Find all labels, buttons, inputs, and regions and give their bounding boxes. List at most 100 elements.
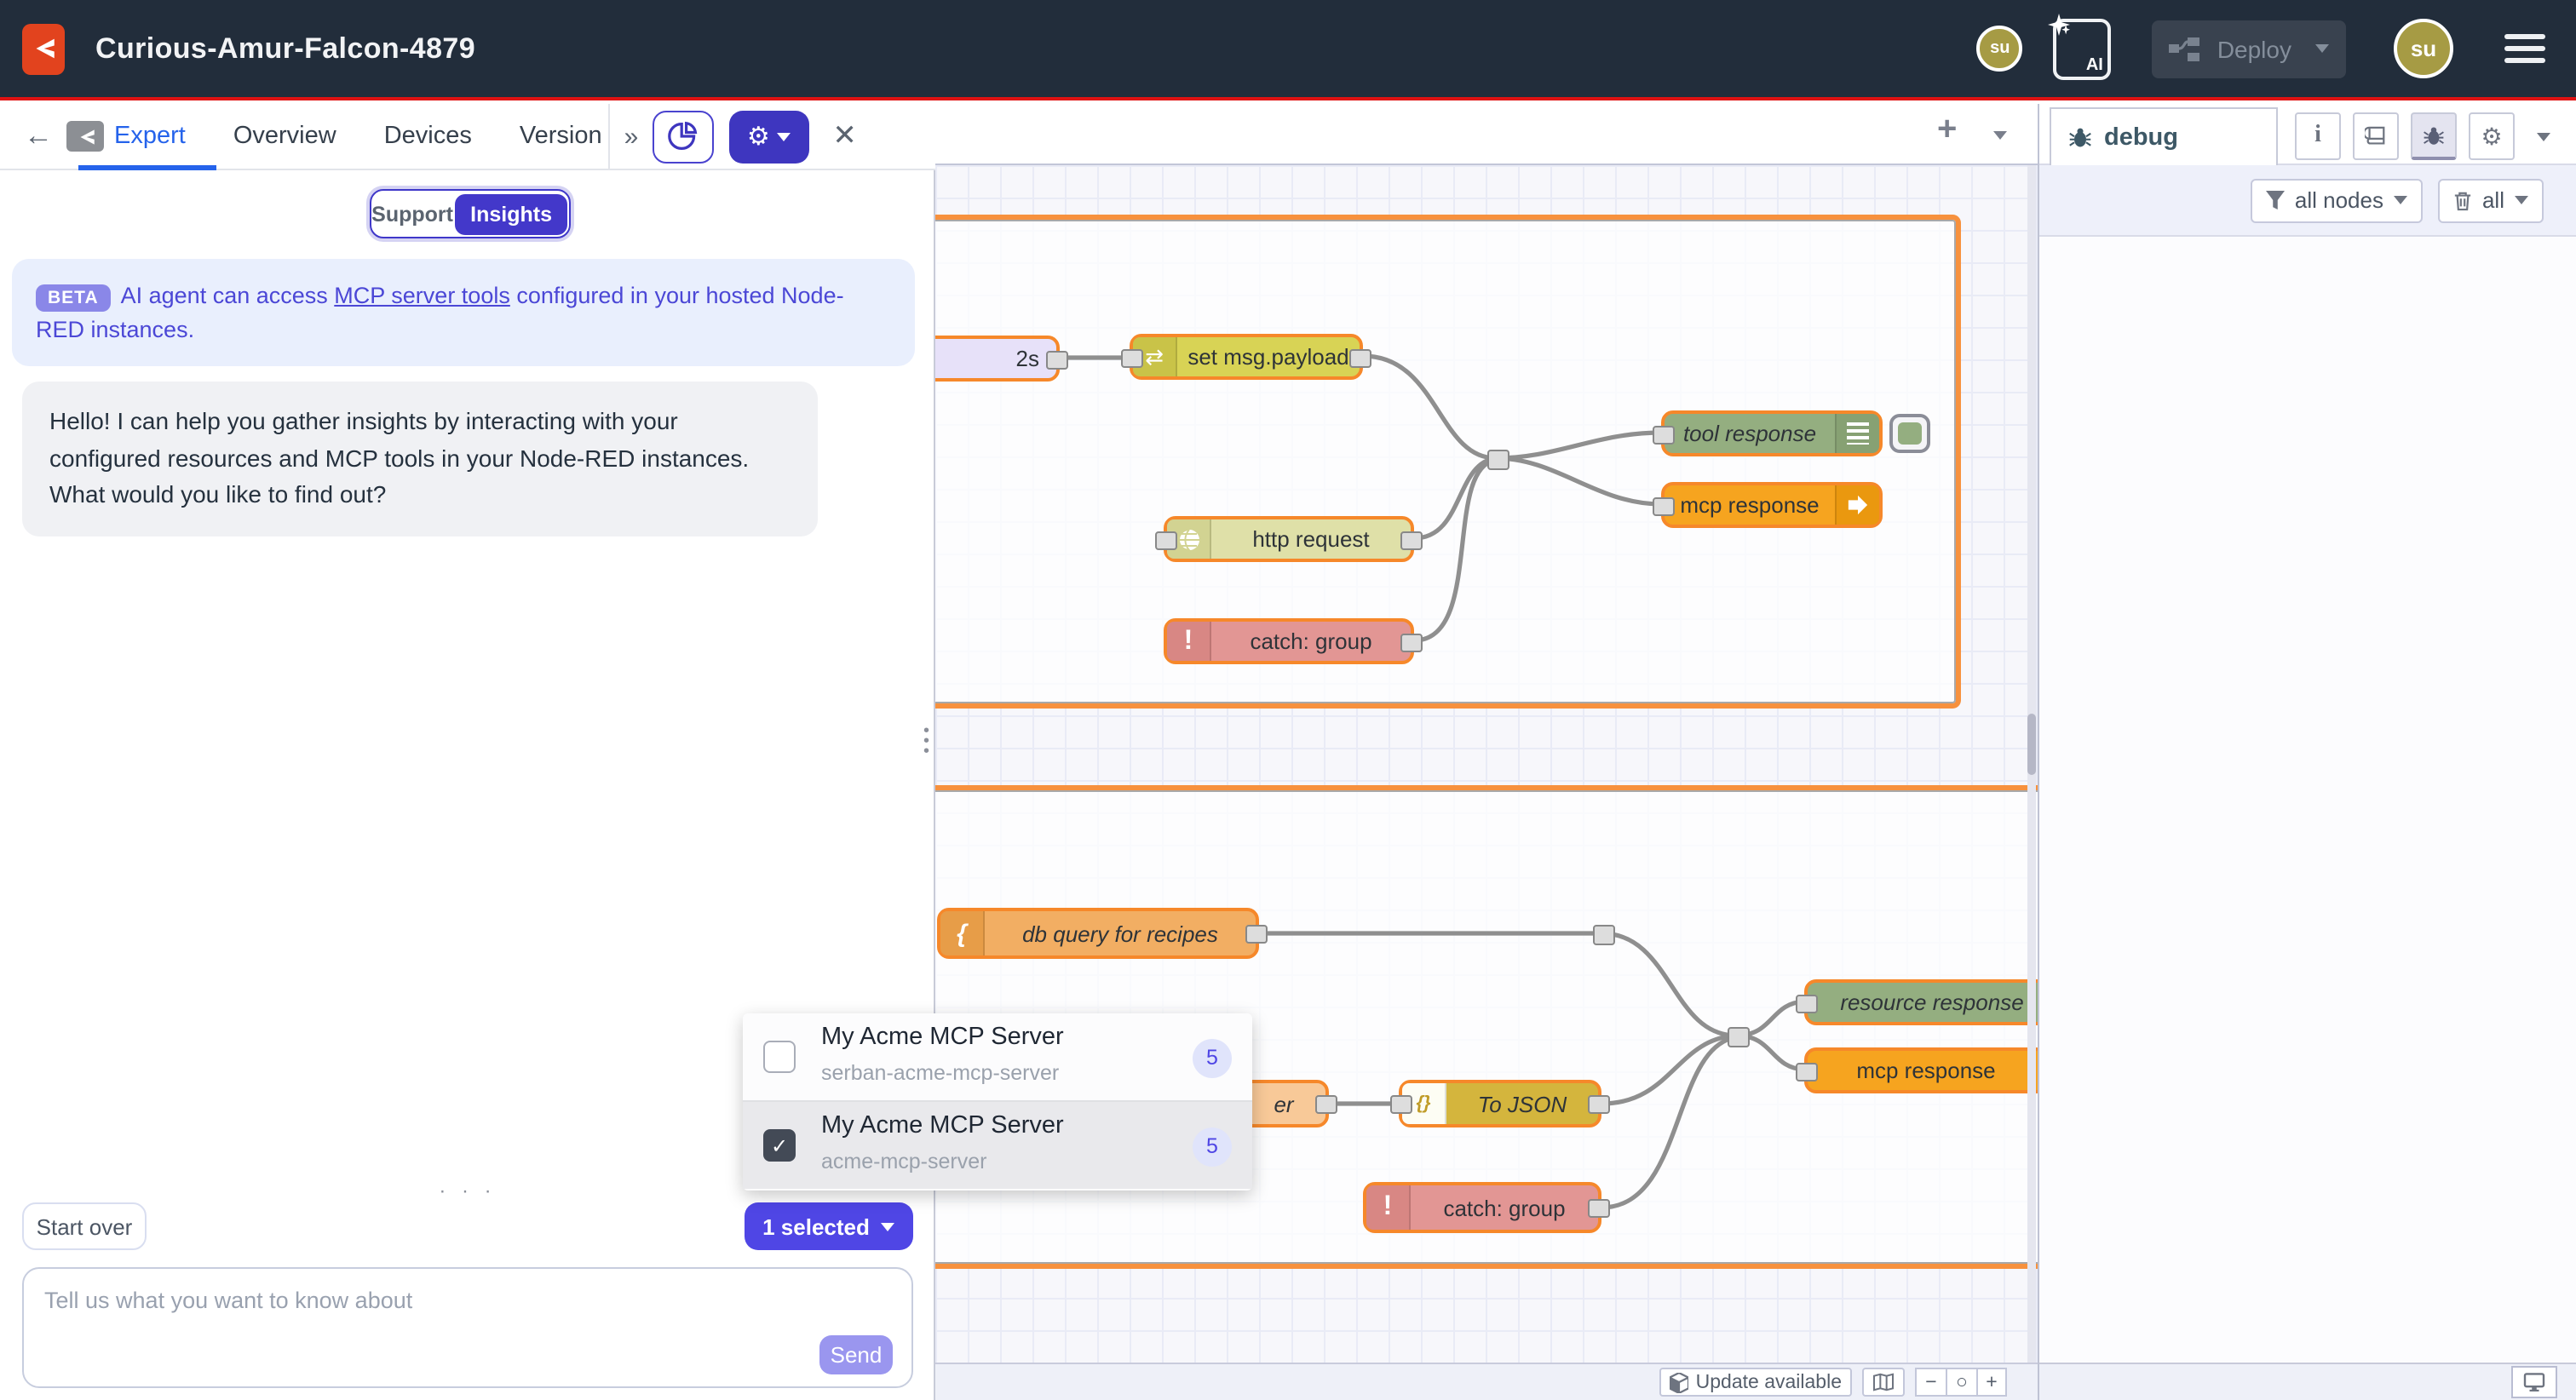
tab-debug[interactable]: debug [2050, 107, 2278, 165]
beta-notice: BETAAI agent can access MCP server tools… [12, 259, 915, 366]
debug-message-list[interactable] [2039, 237, 2576, 1363]
node-red-app: Curious-Amur-Falcon-4879 su AI Deploy su… [0, 0, 2576, 1400]
node-json-to-json[interactable]: {} To JSON [1399, 1080, 1601, 1127]
assistant-panel-header: ← Expert Overview Devices Version » ⚙ ✕ [0, 104, 935, 170]
flowfuse-logo-icon[interactable] [22, 23, 65, 74]
add-flow-button[interactable]: + [1937, 111, 1957, 150]
link-out-node-icon [1835, 485, 1879, 525]
start-over-button[interactable]: Start over [22, 1202, 147, 1250]
wire-junction[interactable] [1593, 925, 1615, 945]
beta-badge: BETA [36, 284, 111, 312]
settings-caret-icon [777, 132, 791, 141]
node-change-set-msg-payload[interactable]: ⇄ set msg.payload [1130, 334, 1363, 380]
prompt-input[interactable] [24, 1269, 911, 1386]
debug-sidebar-button[interactable] [2411, 112, 2457, 160]
mcp-server-option[interactable]: My Acme MCP Server serban-acme-mcp-serve… [743, 1013, 1252, 1100]
prompt-input-container: Send [22, 1267, 913, 1388]
bug-icon [2068, 125, 2092, 149]
debug-sidebar: debug i ⚙ all nodes all [2038, 104, 2576, 1400]
close-panel-icon[interactable]: ✕ [832, 119, 857, 153]
bug-icon [2423, 123, 2445, 147]
tool-count-badge: 5 [1193, 1127, 1232, 1166]
assistant-panel: ← Expert Overview Devices Version » ⚙ ✕ [0, 104, 935, 1400]
node-inject-2s[interactable]: 2s [935, 336, 1060, 382]
help-sidebar-button[interactable] [2353, 112, 2399, 160]
sidebar-overflow-caret-icon[interactable] [2537, 133, 2550, 141]
checkbox-unchecked[interactable] [763, 1041, 796, 1073]
function-brace-icon: { [940, 911, 985, 955]
settings-dropdown-button[interactable]: ⚙ [728, 110, 808, 163]
zoom-out-button[interactable]: − [1915, 1368, 1946, 1397]
canvas-scrollbar-track[interactable] [2027, 165, 2036, 1363]
tab-devices[interactable]: Devices [384, 123, 472, 150]
monitor-icon [2523, 1373, 2545, 1391]
tab-expert[interactable]: Expert [114, 123, 186, 150]
exclamation-icon: ! [1167, 622, 1211, 661]
panel-drag-dots[interactable]: ••• [923, 727, 934, 758]
zoom-in-button[interactable]: + [1976, 1368, 2007, 1397]
filter-caret-icon [2394, 196, 2407, 204]
flow-tab-strip: + [935, 104, 2038, 165]
deploy-caret-icon[interactable] [2315, 44, 2329, 53]
debug-sidebar-footer [2039, 1363, 2576, 1400]
mcp-server-option[interactable]: ✓ My Acme MCP Server acme-mcp-server 5 [743, 1100, 1252, 1189]
hamburger-menu-icon[interactable] [2504, 28, 2545, 70]
active-tab-underline [78, 165, 216, 170]
mcp-server-dropdown: My Acme MCP Server serban-acme-mcp-serve… [743, 1013, 1252, 1191]
header-divider [609, 104, 611, 169]
canvas-scrollbar-thumb[interactable] [2027, 714, 2036, 775]
back-arrow-icon[interactable]: ← [24, 119, 53, 153]
debug-toggle-button[interactable] [1889, 414, 1930, 453]
avatar-small[interactable]: su [1977, 26, 2023, 72]
flow-list-caret-icon[interactable] [1993, 131, 2007, 140]
node-catch-group-top[interactable]: ! catch: group [1164, 618, 1414, 664]
support-insights-toggle[interactable]: Support Insights [370, 189, 571, 238]
wire-junction[interactable] [1487, 450, 1509, 470]
instance-title: Curious-Amur-Falcon-4879 [95, 32, 475, 66]
ai-assistant-icon[interactable]: AI [2054, 18, 2112, 79]
send-button[interactable]: Send [819, 1335, 893, 1374]
tab-overview[interactable]: Overview [233, 123, 336, 150]
node-catch-group-bottom[interactable]: ! catch: group [1363, 1182, 1601, 1233]
node-http-request[interactable]: http request [1164, 516, 1414, 562]
debug-filter-button[interactable]: all nodes [2251, 178, 2423, 222]
toggle-support[interactable]: Support [371, 202, 453, 226]
exclamation-icon: ! [1366, 1185, 1411, 1230]
zoom-reset-button[interactable]: ○ [1946, 1368, 1976, 1397]
gear-icon: ⚙ [2481, 122, 2502, 151]
toggle-insights[interactable]: Insights [455, 193, 567, 234]
checkbox-checked[interactable]: ✓ [763, 1129, 796, 1162]
info-icon: i [2314, 123, 2321, 150]
node-link-out-mcp-response[interactable]: mcp response [1661, 482, 1883, 528]
tab-version[interactable]: Version [520, 123, 602, 150]
trash-icon [2453, 190, 2472, 210]
debug-sidebar-header: debug i ⚙ [2039, 104, 2576, 165]
canvas-footer: Update available − ○ + [935, 1363, 2038, 1400]
zoom-controls: − ○ + [1915, 1368, 2007, 1397]
top-bar: Curious-Amur-Falcon-4879 su AI Deploy su [0, 0, 2576, 100]
gear-icon: ⚙ [747, 121, 770, 152]
node-red-tab-icon [66, 121, 104, 152]
selected-servers-button[interactable]: 1 selected [745, 1202, 913, 1250]
assistant-greeting-message: Hello! I can help you gather insights by… [22, 382, 818, 536]
funnel-icon [2266, 191, 2285, 209]
tab-overflow-chevrons[interactable]: » [624, 122, 639, 151]
config-sidebar-button[interactable]: ⚙ [2469, 112, 2515, 160]
debug-clear-button[interactable]: all [2438, 178, 2544, 222]
mcp-server-tools-link[interactable]: MCP server tools [334, 283, 510, 308]
open-debug-window-button[interactable] [2511, 1366, 2557, 1398]
cube-icon [1670, 1372, 1689, 1392]
pie-chart-icon [667, 121, 698, 152]
update-available-button[interactable]: Update available [1660, 1368, 1852, 1397]
node-debug-tool-response[interactable]: tool response [1661, 410, 1883, 456]
insights-chart-button[interactable] [652, 110, 713, 163]
node-debug-resource-response[interactable]: resource response [1804, 979, 2038, 1025]
info-sidebar-button[interactable]: i [2295, 112, 2341, 160]
wire-junction[interactable] [1728, 1027, 1750, 1047]
node-function-db-query[interactable]: { db query for recipes [937, 908, 1259, 959]
minimap-button[interactable] [1862, 1368, 1905, 1397]
node-link-out-mcp-response-2[interactable]: mcp response [1804, 1047, 2038, 1093]
flow-canvas[interactable]: + [935, 104, 2038, 1400]
deploy-button[interactable]: Deploy [2153, 20, 2346, 77]
avatar-large[interactable]: su [2394, 19, 2453, 78]
